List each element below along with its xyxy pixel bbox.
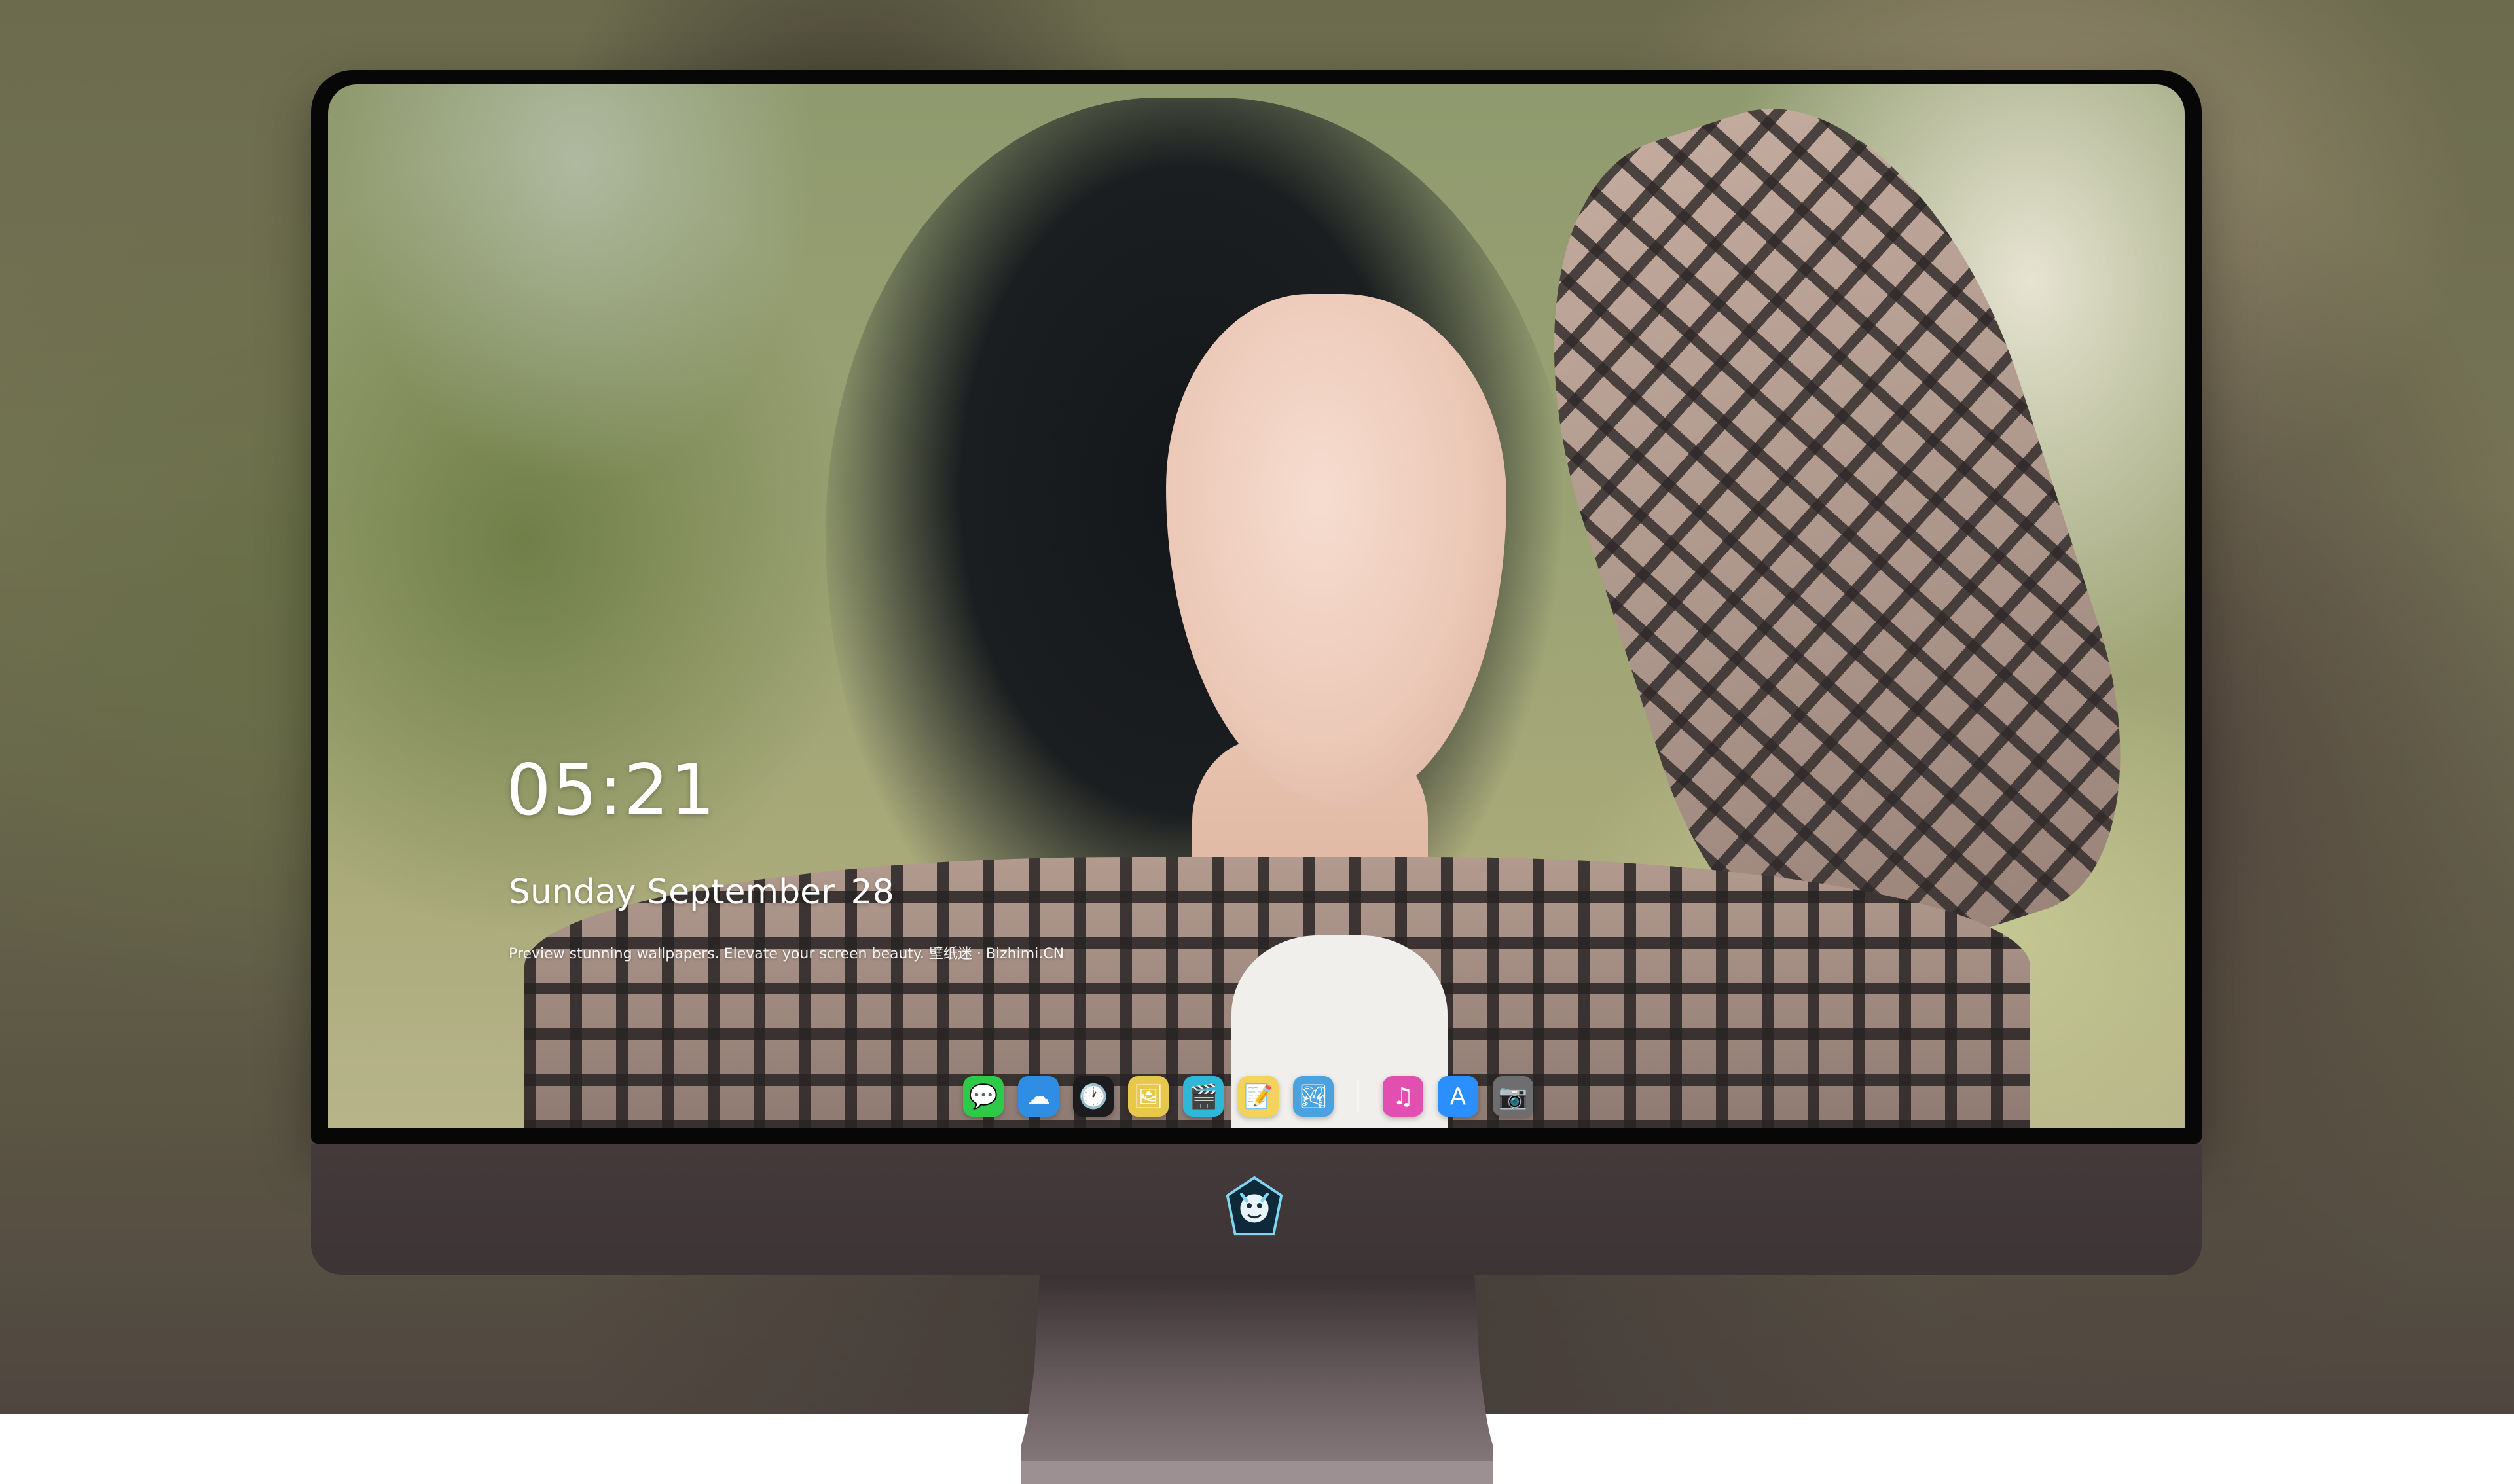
camera-icon[interactable]: 📷 (1493, 1076, 1533, 1117)
photos-icon[interactable]: 🏞 (1293, 1076, 1334, 1117)
lock-screen-date: Sunday September 28 (509, 875, 894, 909)
preview-icon[interactable]: 🖼 (1128, 1076, 1169, 1117)
dock-separator (1357, 1079, 1359, 1113)
messages-icon[interactable]: 💬 (963, 1076, 1004, 1117)
notes-icon[interactable]: 📝 (1238, 1076, 1279, 1117)
lock-screen-weekday-month: Sunday September (509, 873, 835, 912)
monitor-chin (311, 1144, 2202, 1275)
weather-icon[interactable]: ☁ (1018, 1076, 1059, 1117)
app-store-icon[interactable]: A (1438, 1076, 1478, 1117)
monitor-bezel: 05:21 Sunday September 28 Preview stunnin… (311, 70, 2202, 1144)
dock: 💬 ☁ 🕐 🖼 🎬 📝 🏞 ♫ A 📷 (956, 1065, 1540, 1128)
lock-screen[interactable]: 05:21 Sunday September 28 Preview stunnin… (328, 84, 2185, 1128)
monitor: 05:21 Sunday September 28 Preview stunnin… (311, 70, 2202, 1484)
music-icon[interactable]: ♫ (1383, 1076, 1423, 1117)
monitor-stand (1021, 1275, 1493, 1484)
clock-icon[interactable]: 🕐 (1073, 1076, 1114, 1117)
video-editor-icon[interactable]: 🎬 (1183, 1076, 1224, 1117)
lock-screen-day: 28 (850, 873, 894, 912)
lock-screen-time: 05:21 (506, 750, 717, 831)
brand-logo-icon (1226, 1176, 1283, 1236)
lock-screen-tagline: Preview stunning wallpapers. Elevate you… (509, 946, 1065, 962)
